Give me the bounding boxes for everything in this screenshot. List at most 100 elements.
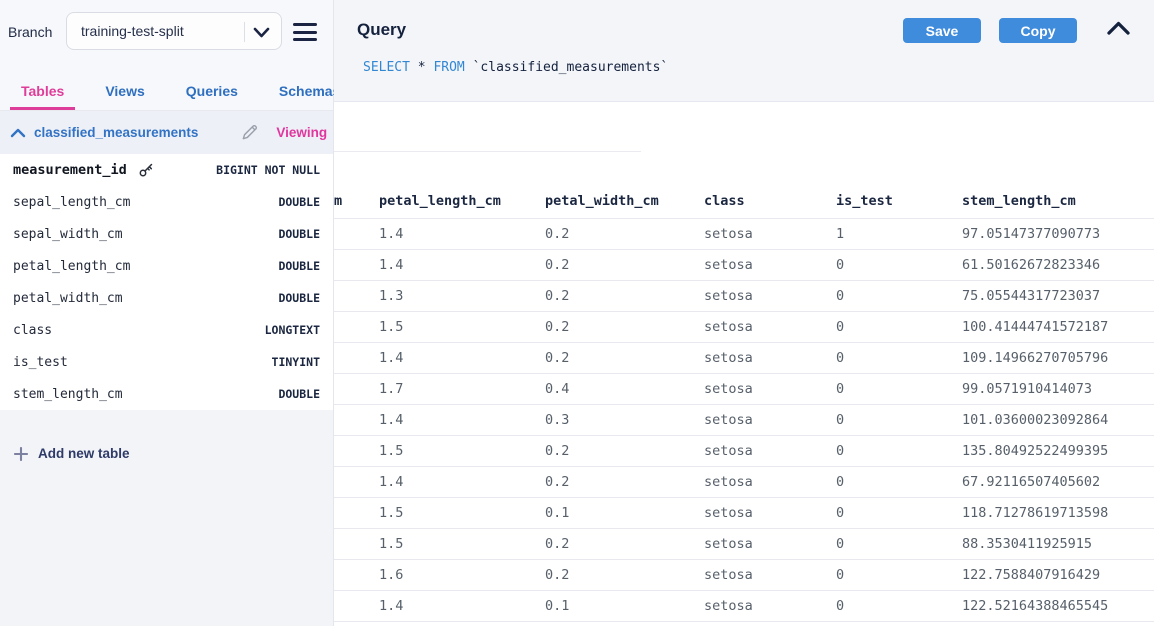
- branch-select[interactable]: training-test-split: [66, 12, 282, 50]
- results-cell[interactable]: 100.41444741572187: [962, 311, 1154, 342]
- save-button[interactable]: Save: [903, 18, 981, 43]
- results-cell[interactable]: 122.7588407916429: [962, 559, 1154, 590]
- results-cell[interactable]: 1.4: [379, 249, 545, 280]
- results-cell[interactable]: 109.14966270705796: [962, 342, 1154, 373]
- results-cell[interactable]: setosa: [704, 311, 836, 342]
- results-cell[interactable]: 0: [836, 497, 962, 528]
- results-cell-truncated[interactable]: [334, 404, 379, 435]
- results-cell[interactable]: 0: [836, 559, 962, 590]
- chevron-up-icon[interactable]: [1107, 20, 1130, 42]
- pencil-icon[interactable]: [240, 123, 259, 142]
- results-cell[interactable]: 1.5: [379, 435, 545, 466]
- results-column-header[interactable]: is_test: [836, 185, 962, 218]
- results-cell[interactable]: 0.2: [545, 311, 704, 342]
- tab-tables[interactable]: Tables: [10, 83, 75, 110]
- results-cell[interactable]: 67.92116507405602: [962, 466, 1154, 497]
- results-cell[interactable]: 99.0571910414073: [962, 373, 1154, 404]
- results-cell[interactable]: 0.3: [545, 404, 704, 435]
- results-cell[interactable]: setosa: [704, 342, 836, 373]
- table-name[interactable]: classified_measurements: [34, 125, 198, 140]
- results-column-header-truncated[interactable]: m: [334, 185, 379, 218]
- results-column-header[interactable]: petal_width_cm: [545, 185, 704, 218]
- results-cell-truncated[interactable]: [334, 466, 379, 497]
- results-cell[interactable]: 1.4: [379, 404, 545, 435]
- results-row: 1.40.2setosa197.05147377090773: [334, 218, 1154, 249]
- results-cell-truncated[interactable]: [334, 311, 379, 342]
- results-cell[interactable]: 0.2: [545, 466, 704, 497]
- results-cell[interactable]: 1.4: [379, 590, 545, 621]
- results-cell[interactable]: 0.2: [545, 528, 704, 559]
- results-cell-truncated[interactable]: [334, 249, 379, 280]
- results-cell[interactable]: 0: [836, 249, 962, 280]
- results-cell[interactable]: 101.03600023092864: [962, 404, 1154, 435]
- results-cell[interactable]: setosa: [704, 466, 836, 497]
- results-cell[interactable]: 0.2: [545, 342, 704, 373]
- results-row: 1.40.2setosa061.50162672823346: [334, 249, 1154, 280]
- tab-views[interactable]: Views: [94, 83, 155, 110]
- results-cell[interactable]: 0.1: [545, 497, 704, 528]
- results-cell[interactable]: 0: [836, 280, 962, 311]
- results-cell[interactable]: 0.4: [545, 373, 704, 404]
- results-cell[interactable]: setosa: [704, 373, 836, 404]
- results-cell[interactable]: 1.5: [379, 497, 545, 528]
- results-cell[interactable]: 0.2: [545, 280, 704, 311]
- results-cell[interactable]: 0.2: [545, 559, 704, 590]
- results-cell[interactable]: setosa: [704, 249, 836, 280]
- results-cell-truncated[interactable]: [334, 435, 379, 466]
- results-column-header[interactable]: stem_length_cm: [962, 185, 1154, 218]
- tab-queries[interactable]: Queries: [175, 83, 249, 110]
- results-cell[interactable]: 88.3530411925915: [962, 528, 1154, 559]
- results-cell[interactable]: 0: [836, 435, 962, 466]
- results-cell-truncated[interactable]: [334, 559, 379, 590]
- sql-editor[interactable]: SELECT * FROM `classified_measurements`: [363, 60, 668, 75]
- column-type: TINYINT: [272, 355, 320, 369]
- results-cell[interactable]: 0: [836, 528, 962, 559]
- results-cell[interactable]: 1.4: [379, 218, 545, 249]
- results-cell[interactable]: setosa: [704, 435, 836, 466]
- results-cell[interactable]: 122.52164388465545: [962, 590, 1154, 621]
- results-column-header[interactable]: class: [704, 185, 836, 218]
- results-cell[interactable]: 61.50162672823346: [962, 249, 1154, 280]
- results-cell-truncated[interactable]: [334, 497, 379, 528]
- results-cell[interactable]: 1.6: [379, 559, 545, 590]
- results-cell-truncated[interactable]: [334, 528, 379, 559]
- results-cell[interactable]: 118.71278619713598: [962, 497, 1154, 528]
- results-cell[interactable]: 1: [836, 218, 962, 249]
- results-cell[interactable]: 135.80492522499395: [962, 435, 1154, 466]
- results-cell-truncated[interactable]: [334, 280, 379, 311]
- results-cell[interactable]: setosa: [704, 559, 836, 590]
- copy-button[interactable]: Copy: [999, 18, 1077, 43]
- results-cell[interactable]: 1.4: [379, 342, 545, 373]
- results-cell-truncated[interactable]: [334, 218, 379, 249]
- results-column-header[interactable]: petal_length_cm: [379, 185, 545, 218]
- results-cell-truncated[interactable]: [334, 373, 379, 404]
- results-cell[interactable]: setosa: [704, 497, 836, 528]
- results-cell-truncated[interactable]: [334, 342, 379, 373]
- results-cell[interactable]: setosa: [704, 280, 836, 311]
- chevron-up-icon[interactable]: [10, 127, 26, 139]
- results-cell[interactable]: setosa: [704, 528, 836, 559]
- results-cell[interactable]: setosa: [704, 404, 836, 435]
- results-cell[interactable]: 0.2: [545, 249, 704, 280]
- results-cell-truncated[interactable]: [334, 590, 379, 621]
- results-cell[interactable]: 1.3: [379, 280, 545, 311]
- results-cell[interactable]: 1.7: [379, 373, 545, 404]
- results-cell[interactable]: 97.05147377090773: [962, 218, 1154, 249]
- results-cell[interactable]: 0.2: [545, 218, 704, 249]
- results-cell[interactable]: 0: [836, 590, 962, 621]
- results-cell[interactable]: 0: [836, 466, 962, 497]
- results-cell[interactable]: 1.5: [379, 311, 545, 342]
- results-cell[interactable]: 0: [836, 373, 962, 404]
- results-cell[interactable]: 75.05544317723037: [962, 280, 1154, 311]
- results-cell[interactable]: setosa: [704, 218, 836, 249]
- results-cell[interactable]: 1.4: [379, 466, 545, 497]
- results-cell[interactable]: 0: [836, 311, 962, 342]
- results-cell[interactable]: 1.5: [379, 528, 545, 559]
- results-cell[interactable]: 0.1: [545, 590, 704, 621]
- results-cell[interactable]: 0: [836, 404, 962, 435]
- hamburger-icon[interactable]: [293, 23, 317, 46]
- results-cell[interactable]: setosa: [704, 590, 836, 621]
- results-cell[interactable]: 0: [836, 342, 962, 373]
- results-cell[interactable]: 0.2: [545, 435, 704, 466]
- add-new-table-button[interactable]: Add new table: [0, 410, 333, 461]
